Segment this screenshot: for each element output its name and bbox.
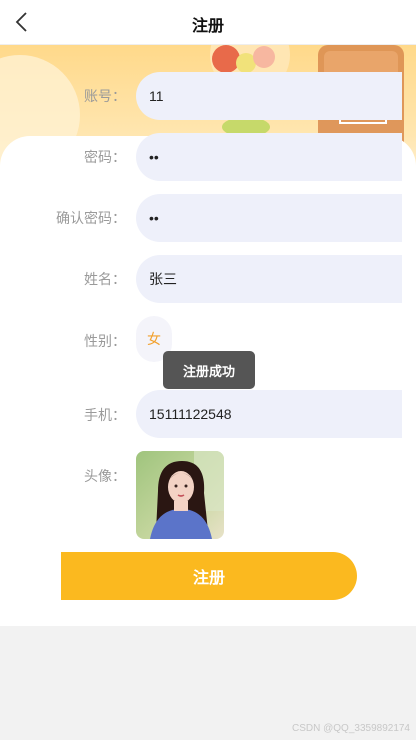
account-value: 11 — [149, 88, 164, 104]
phone-input[interactable]: 15111122548 — [136, 390, 402, 438]
phone-value: 15111122548 — [149, 406, 232, 422]
confirm-password-label: 确认密码： — [56, 211, 126, 227]
avatar-label: 头像： — [84, 469, 126, 485]
gender-label: 性别： — [84, 334, 126, 350]
register-page: 注册 账号： 11 密码： •• 确认密码： •• 姓名： 张三 性别： 女 手 — [0, 0, 416, 626]
gender-value: 女 — [147, 332, 161, 348]
account-label: 账号： — [84, 89, 126, 105]
password-value: •• — [149, 149, 159, 165]
name-value: 张三 — [149, 271, 177, 287]
register-submit-button[interactable]: 注册 — [61, 552, 357, 600]
nav-header: 注册 — [0, 0, 416, 45]
account-input[interactable]: 11 — [136, 72, 402, 120]
page-title: 注册 — [191, 16, 224, 35]
success-toast: 注册成功 — [163, 351, 255, 389]
name-input[interactable]: 张三 — [136, 255, 402, 303]
confirm-password-input[interactable]: •• — [136, 194, 402, 242]
name-label: 姓名： — [84, 272, 126, 288]
watermark-text: CSDN @QQ_3359892174 — [292, 723, 410, 734]
avatar-image[interactable] — [136, 451, 224, 539]
confirm-password-value: •• — [149, 210, 159, 226]
password-label: 密码： — [84, 150, 126, 166]
phone-label: 手机： — [84, 408, 126, 424]
password-input[interactable]: •• — [136, 133, 402, 181]
